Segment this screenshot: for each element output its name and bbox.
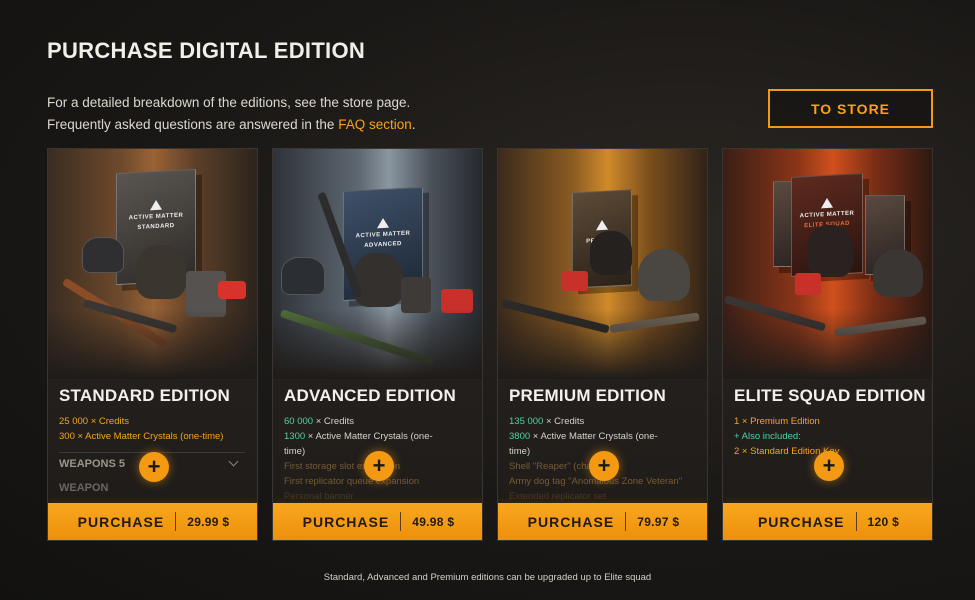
rifle-graphic-2 — [609, 312, 700, 333]
edition-card-standard: ACTIVE MATTER STANDARD STANDARD EDITION … — [47, 148, 258, 541]
rifle-graphic-2 — [834, 316, 927, 337]
feature-item: 1300 × Active Matter Crystals (one- — [284, 431, 433, 442]
price-divider — [625, 512, 627, 531]
figure-graphic — [353, 253, 403, 307]
edition-title: ELITE SQUAD EDITION — [734, 386, 926, 405]
faq-link[interactable]: FAQ section — [338, 117, 412, 132]
edition-art-standard: ACTIVE MATTER STANDARD — [48, 149, 257, 379]
price: 29.99 $ — [187, 514, 230, 529]
purchase-label: PURCHASE — [77, 513, 165, 530]
edition-art-advanced: ACTIVE MATTER ADVANCED — [273, 149, 482, 379]
price: 120 $ — [867, 514, 900, 529]
purchase-label: PURCHASE — [302, 513, 390, 530]
upgrade-footnote: Standard, Advanced and Premium editions … — [323, 572, 652, 583]
price-divider — [855, 512, 857, 531]
chevron-down-icon[interactable] — [228, 456, 239, 467]
edition-card-elite-squad: ACTIVE MATTER ELITE SQUAD ELITE SQUAD ED… — [722, 148, 933, 541]
purchase-label: PURCHASE — [527, 513, 615, 530]
purchase-button-standard[interactable]: PURCHASE 29.99 $ — [48, 503, 257, 540]
crate-graphic — [401, 277, 431, 313]
feature-item: 300 × Active Matter Crystals (one-time) — [59, 431, 224, 442]
edition-title: ADVANCED EDITION — [284, 386, 456, 405]
price-divider — [175, 512, 177, 531]
page-title: PURCHASE DIGITAL EDITION — [47, 38, 366, 63]
figure-graphic — [136, 245, 186, 299]
rifle-graphic — [501, 299, 610, 334]
box-edition: ADVANCED — [364, 241, 402, 249]
feature-item: + Also included: — [734, 431, 801, 442]
helmet-graphic — [873, 249, 923, 297]
box-brand: ACTIVE MATTER — [799, 210, 855, 220]
red-case-graphic — [562, 271, 588, 291]
feature-text: × Credits — [543, 416, 585, 427]
weapons-label: WEAPONS 5 — [59, 457, 126, 470]
box-brand: ACTIVE MATTER — [355, 230, 411, 240]
expand-details-button[interactable]: + — [364, 451, 394, 481]
feature-item: Personal banner — [284, 491, 354, 502]
weapon-row: WEAPON — [59, 482, 109, 494]
edition-card-premium: PREMIUM PREMIUM EDITION 135 000 × Credit… — [497, 148, 708, 541]
feature-item: Extended replicator set — [509, 491, 607, 502]
price: 49.98 $ — [412, 514, 455, 529]
figure-graphic — [807, 225, 853, 277]
purchase-button-premium[interactable]: PURCHASE 79.97 $ — [498, 503, 707, 540]
edition-cards: ACTIVE MATTER STANDARD STANDARD EDITION … — [47, 148, 933, 541]
expand-details-button[interactable]: + — [139, 452, 169, 482]
feature-item: 60 000 × Credits — [284, 416, 354, 427]
to-store-button[interactable]: TO STORE — [768, 89, 933, 128]
helmet-graphic — [82, 237, 124, 273]
purchase-button-elite-squad[interactable]: PURCHASE 120 $ — [723, 503, 932, 540]
edition-title: STANDARD EDITION — [59, 386, 230, 405]
figure-graphic — [590, 231, 632, 275]
red-case-graphic — [795, 273, 821, 295]
edition-card-advanced: ACTIVE MATTER ADVANCED ADVANCED EDITION … — [272, 148, 483, 541]
red-case-graphic — [218, 281, 246, 299]
intro-line-2-suffix: . — [411, 117, 416, 132]
edition-art-elite-squad: ACTIVE MATTER ELITE SQUAD — [723, 149, 932, 379]
helmet-graphic — [638, 249, 690, 301]
helmet-graphic — [281, 257, 325, 295]
price-divider — [400, 512, 402, 531]
intro-text: For a detailed breakdown of the editions… — [47, 92, 416, 136]
intro-line-1: For a detailed breakdown of the editions… — [47, 95, 411, 110]
intro-line-2: Frequently asked questions are answered … — [47, 114, 416, 136]
red-case-graphic — [441, 289, 473, 313]
purchase-label: PURCHASE — [757, 513, 845, 530]
feature-text: × Credits — [313, 416, 354, 427]
edition-features: 25 000 × Credits 300 × Active Matter Cry… — [59, 414, 249, 444]
expand-details-button[interactable]: + — [814, 451, 844, 481]
box-edition: STANDARD — [137, 223, 175, 231]
rifle-graphic — [279, 309, 435, 367]
edition-title: PREMIUM EDITION — [509, 386, 666, 405]
purchase-button-advanced[interactable]: PURCHASE 49.98 $ — [273, 503, 482, 540]
feature-item: 1 × Premium Edition — [734, 416, 820, 427]
price: 79.97 $ — [637, 514, 680, 529]
feature-item: 3800 × Active Matter Crystals (one- — [509, 431, 658, 442]
expand-details-button[interactable]: + — [589, 451, 619, 481]
box-brand: ACTIVE MATTER — [128, 212, 184, 222]
intro-line-2-prefix: Frequently asked questions are answered … — [47, 117, 339, 132]
rifle-graphic-2 — [82, 299, 178, 334]
feature-item: 135 000 × Credits — [509, 416, 585, 427]
edition-art-premium: PREMIUM — [498, 149, 707, 379]
feature-item: 25 000 × Credits — [59, 416, 129, 427]
rifle-graphic — [723, 295, 827, 332]
